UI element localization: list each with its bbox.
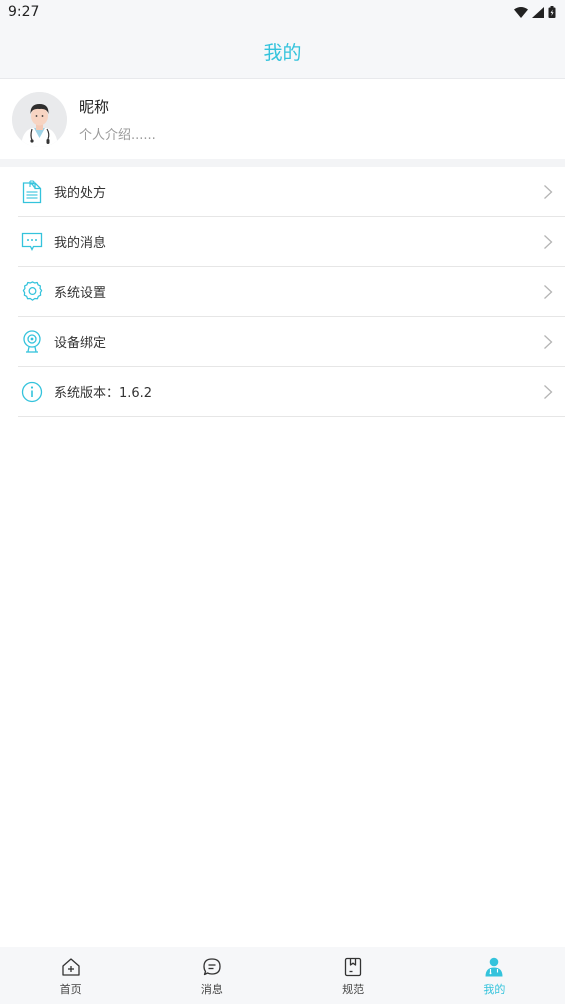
nav-item-home[interactable]: 首页 xyxy=(0,947,141,1004)
nav-item-guidelines[interactable]: 规范 xyxy=(283,947,424,1004)
menu-item-label: 我的处方 xyxy=(54,186,107,201)
profile-card[interactable]: 昵称 个人介绍...... xyxy=(0,80,565,159)
info-icon xyxy=(20,380,44,404)
signal-icon xyxy=(532,3,544,22)
page-title: 我的 xyxy=(263,41,302,64)
chevron-right-icon xyxy=(544,185,553,199)
wifi-icon xyxy=(514,3,528,22)
webcam-icon xyxy=(20,329,44,354)
nav-item-label: 规范 xyxy=(342,983,365,996)
nav-item-label: 首页 xyxy=(59,983,82,996)
profile-text: 昵称 个人介绍...... xyxy=(79,96,156,143)
menu-item-messages[interactable]: 我的消息 xyxy=(18,217,565,267)
status-bar: 9:27 xyxy=(0,0,565,24)
menu-item-version[interactable]: 系统版本：1.6.2 xyxy=(18,367,565,417)
menu-item-prescription[interactable]: 我的处方 xyxy=(18,167,565,217)
bottom-nav: 首页 消息 规范 我的 xyxy=(0,947,565,1004)
nav-item-label: 消息 xyxy=(200,983,223,996)
battery-icon xyxy=(548,3,556,22)
chevron-right-icon xyxy=(544,335,553,349)
settings-menu: 我的处方 我的消息 系统设置 设备绑定 系统版本：1.6.2 xyxy=(0,167,565,417)
chevron-right-icon xyxy=(544,235,553,249)
message-icon xyxy=(20,230,44,254)
nav-item-profile[interactable]: 我的 xyxy=(424,947,565,1004)
nickname: 昵称 xyxy=(79,98,110,116)
settings-icon xyxy=(20,280,44,304)
app-screen: 9:27 我的 昵称 个人介绍...... 我的处方 我的消息 系统设置 设备绑… xyxy=(0,0,565,1004)
status-time: 9:27 xyxy=(8,4,40,20)
chevron-right-icon xyxy=(544,285,553,299)
app-header: 我的 xyxy=(0,24,565,79)
profile-intro: 个人介绍...... xyxy=(79,128,156,143)
menu-item-label: 我的消息 xyxy=(54,236,107,251)
chat-icon xyxy=(201,956,223,978)
menu-item-label: 设备绑定 xyxy=(54,336,107,351)
guideline-icon xyxy=(342,956,364,978)
doctor-avatar[interactable] xyxy=(12,92,67,147)
status-icons xyxy=(514,3,556,22)
user-icon xyxy=(483,956,505,978)
menu-item-label: 系统版本：1.6.2 xyxy=(54,386,153,401)
nav-item-label: 我的 xyxy=(483,983,506,996)
menu-item-device-binding[interactable]: 设备绑定 xyxy=(18,317,565,367)
menu-item-settings[interactable]: 系统设置 xyxy=(18,267,565,317)
nav-item-messages[interactable]: 消息 xyxy=(141,947,282,1004)
chevron-right-icon xyxy=(544,385,553,399)
menu-item-label: 系统设置 xyxy=(54,286,107,301)
prescription-icon xyxy=(20,179,44,204)
home-icon xyxy=(60,956,82,978)
section-divider xyxy=(0,159,565,167)
